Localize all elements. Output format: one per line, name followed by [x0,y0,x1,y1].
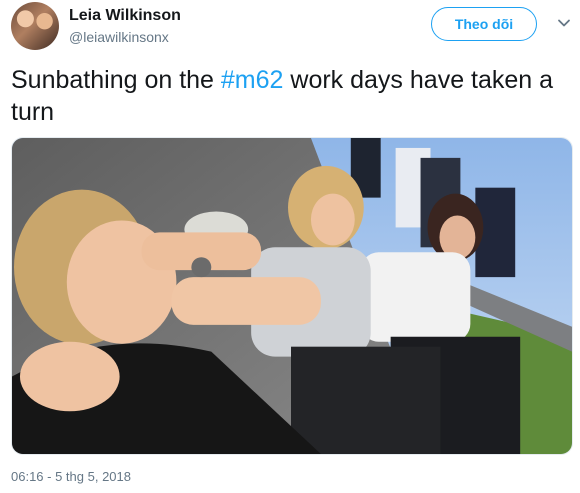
hashtag-link[interactable]: #m62 [221,66,284,94]
tweet-timestamp[interactable]: 06:16 - 5 thg 5, 2018 [11,469,131,484]
avatar[interactable] [11,2,59,50]
tweet-header: Leia Wilkinson @leiawilkinsonx Theo dõi [11,2,571,52]
tweet-card: Leia Wilkinson @leiawilkinsonx Theo dõi … [0,0,580,493]
photo-illustration [12,138,572,454]
tweet-text-start: Sunbathing on the [11,66,221,94]
user-name[interactable]: Leia Wilkinson [69,7,181,25]
tweet-photo[interactable] [11,137,573,455]
tweet-text: Sunbathing on the #m62 work days have ta… [11,64,566,128]
follow-button[interactable]: Theo dõi [431,7,537,41]
user-handle[interactable]: @leiawilkinsonx [69,29,169,45]
chevron-down-icon[interactable] [557,16,571,30]
